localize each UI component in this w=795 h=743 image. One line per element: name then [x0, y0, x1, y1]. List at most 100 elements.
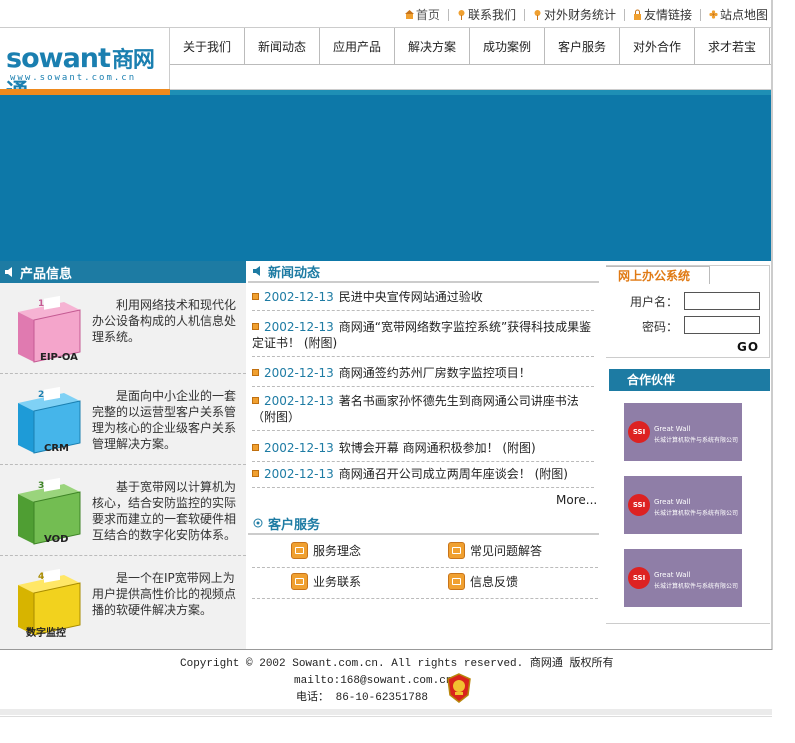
nav-item-news[interactable]: 新闻动态 — [245, 28, 320, 64]
home-link[interactable]: 首页 — [404, 6, 440, 23]
service-section: 客户服务 — [248, 513, 599, 535]
product-item-vod[interactable]: 3 VOD 基于宽带网以计算机为核心，结合安防监控的实际要求而建立的一套软硬件相… — [0, 465, 246, 556]
phone-label: 电话： — [296, 690, 329, 703]
sitemap-link[interactable]: 站点地图 — [709, 6, 768, 23]
news-date: 2002-12-13 — [264, 290, 334, 304]
service-header: 客户服务 — [248, 513, 599, 535]
office-login-panel: 网上办公系统 用户名： 密码： GO — [606, 265, 770, 358]
news-title-link[interactable]: 软博会开幕 商网通积极参加！ (附图) — [339, 441, 536, 455]
product-box-number: 1 — [38, 299, 45, 309]
partner-logo[interactable]: SSI Great Wall 长城计算机软件与系统有限公司 — [624, 476, 742, 534]
divider — [252, 598, 598, 599]
product-description: 基于宽带网以计算机为核心，结合安防监控的实际要求而建立的一套软硬件相互结合的数字… — [92, 480, 237, 542]
feedback-icon — [448, 573, 465, 590]
username-input[interactable] — [684, 292, 760, 310]
news-date: 2002-12-13 — [264, 441, 334, 455]
nav-item-cooperation[interactable]: 对外合作 — [620, 28, 695, 64]
main-nav: 关于我们 新闻动态 应用产品 解决方案 成功案例 客户服务 对外合作 求才若宝 — [170, 28, 772, 65]
nav-item-about[interactable]: 关于我们 — [170, 28, 245, 64]
news-item[interactable]: 2002-12-13 著名书画家孙怀德先生到商网通公司讲座书法（附图） — [252, 393, 594, 431]
hero-banner — [0, 95, 772, 261]
news-date: 2002-12-13 — [264, 320, 334, 334]
bullet-icon — [252, 293, 259, 300]
partner-logo[interactable]: SSI Great Wall 长城计算机软件与系统有限公司 — [624, 549, 742, 607]
home-icon — [404, 10, 414, 19]
news-item[interactable]: 2002-12-13 商网通召开公司成立两周年座谈会！ (附图) — [252, 466, 594, 488]
news-title-link[interactable]: 商网通召开公司成立两周年座谈会！ (附图) — [339, 467, 568, 481]
news-item[interactable]: 2002-12-13 软博会开幕 商网通积极参加！ (附图) — [252, 440, 594, 462]
nav-item-solutions[interactable]: 解决方案 — [395, 28, 470, 64]
pin-icon — [534, 10, 541, 20]
news-title-link[interactable]: 民进中央宣传网站通过验收 — [339, 290, 483, 304]
news-item[interactable]: 2002-12-13 商网通“宽带网络数字监控系统”获得科技成果鉴定证书！ (附图… — [252, 319, 594, 357]
service-label: 信息反馈 — [470, 575, 519, 589]
copyright-text: Copyright © 2002 Sowant.com.cn. All righ… — [180, 658, 614, 670]
news-date: 2002-12-13 — [264, 467, 334, 481]
bullet-icon — [252, 323, 259, 330]
divider — [252, 567, 598, 568]
product-box-label: VOD — [44, 534, 69, 545]
business-contact-link[interactable]: 业务联系 — [291, 573, 361, 590]
top-utility-bar: 首页 联系我们 对外财务统计 友情链接 站点地图 — [0, 0, 772, 28]
site-logo[interactable]: sowant商网通 www.sowant.com.cn — [0, 28, 170, 105]
phone-line: 电话： 86-10-62351788 — [296, 688, 428, 704]
news-item[interactable]: 2002-12-13 民进中央宣传网站通过验收 — [252, 289, 594, 311]
bell-icon — [253, 518, 263, 528]
friend-links-link[interactable]: 友情链接 — [633, 6, 692, 23]
finance-link-label: 对外财务统计 — [543, 8, 616, 22]
feedback-link[interactable]: 信息反馈 — [448, 573, 518, 590]
product-item-eip-oa[interactable]: 1 EIP-OA 利用网络技术和现代化办公设备构成的人机信息处理系统。 — [0, 283, 246, 374]
news-title-link[interactable]: 商网通签约苏州厂房数字监控项目！ — [339, 366, 531, 380]
product-box-label: EIP-OA — [40, 352, 78, 363]
nav-item-products[interactable]: 应用产品 — [320, 28, 395, 64]
nav-item-jobs[interactable]: 求才若宝 — [695, 28, 770, 64]
partner-logo-text: Great Wall — [654, 425, 691, 433]
partners-title: 合作伙伴 — [606, 369, 770, 391]
email-link[interactable]: mailto:168@sowant.com.cn — [294, 675, 452, 687]
bullet-icon — [252, 470, 259, 477]
finance-link[interactable]: 对外财务统计 — [533, 6, 616, 23]
login-go-button[interactable]: GO — [737, 340, 759, 354]
news-item[interactable]: 2002-12-13 商网通签约苏州厂房数字监控项目！ — [252, 365, 594, 387]
phone-number: 86-10-62351788 — [335, 692, 429, 704]
divider — [699, 8, 701, 21]
product-box-label: 数字监控 — [26, 628, 66, 639]
divider — [447, 8, 449, 21]
product-description: 是一个在IP宽带网上为用户提供高性价比的视频点播的软硬件解决方案。 — [92, 571, 237, 617]
nav-item-service[interactable]: 客户服务 — [545, 28, 620, 64]
logo-url: www.sowant.com.cn — [10, 73, 137, 83]
footer-divider — [0, 649, 772, 650]
products-header: 产品信息 — [0, 261, 246, 283]
products-title: 产品信息 — [20, 266, 73, 282]
product-column: 产品信息 1 EIP-OA 利用网络技术和现代化办公设备构成的人机信息处理系统。… — [0, 261, 246, 650]
faq-link[interactable]: 常见问题解答 — [448, 542, 542, 559]
service-label: 业务联系 — [313, 575, 362, 589]
home-link-label: 首页 — [415, 8, 440, 22]
footer-bottom — [0, 716, 772, 743]
product-item-crm[interactable]: 2 CRM 是面向中小企业的一套完整的以运营型客户关系管理为核心的企业级客户关系… — [0, 374, 246, 465]
contact-icon — [291, 573, 308, 590]
product-item-surveillance[interactable]: 4 数字监控 是一个在IP宽带网上为用户提供高性价比的视频点播的软硬件解决方案。 — [0, 556, 246, 647]
partner-logo-text: Great Wall — [654, 498, 691, 506]
password-input[interactable] — [684, 316, 760, 334]
partner-logo-subtext: 长城计算机软件与系统有限公司 — [654, 510, 739, 517]
footer-bar — [0, 709, 772, 715]
product-description: 是面向中小企业的一套完整的以运营型客户关系管理为核心的企业级客户关系管理解决方案… — [92, 389, 237, 451]
sub-nav-strip — [170, 65, 772, 90]
partner-logo-subtext: 长城计算机软件与系统有限公司 — [654, 437, 739, 444]
service-label: 服务理念 — [313, 544, 362, 558]
bullet-icon — [252, 369, 259, 376]
sitemap-link-label: 站点地图 — [719, 8, 768, 22]
police-badge-icon[interactable] — [446, 673, 472, 703]
login-title: 网上办公系统 — [606, 266, 710, 284]
speaker-icon — [5, 267, 12, 277]
flower-icon — [709, 10, 718, 19]
service-icon — [291, 542, 308, 559]
contact-link[interactable]: 联系我们 — [457, 6, 516, 23]
service-title: 客户服务 — [268, 517, 321, 533]
service-philosophy-link[interactable]: 服务理念 — [291, 542, 361, 559]
product-box-number: 4 — [38, 572, 45, 582]
partners-panel: 合作伙伴 SSI Great Wall 长城计算机软件与系统有限公司 SSI G… — [606, 369, 770, 624]
nav-item-cases[interactable]: 成功案例 — [470, 28, 545, 64]
partner-logo[interactable]: SSI Great Wall 长城计算机软件与系统有限公司 — [624, 403, 742, 461]
